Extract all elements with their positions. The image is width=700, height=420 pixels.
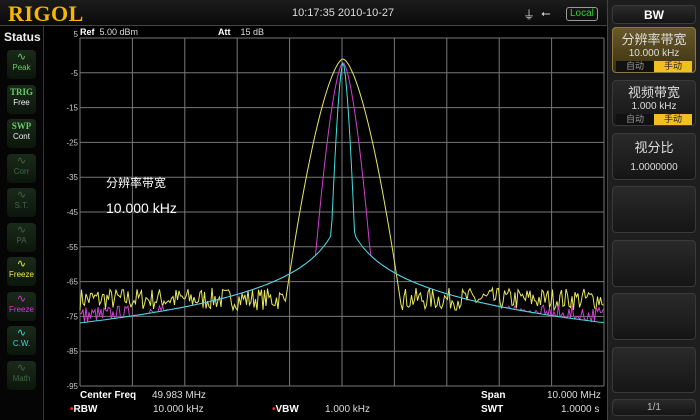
status-label-top: SWP (11, 121, 32, 131)
vbw-softkey[interactable]: 视频带宽 1.000 kHz 自动 手动 (612, 80, 696, 126)
overlay-value: 10.000 kHz (106, 200, 177, 216)
rigol-logo: RIGOL (8, 1, 84, 26)
status-button-freeze-7[interactable]: ∿ Freeze (7, 291, 36, 321)
rbw-value[interactable]: 10.000 kHz (153, 404, 204, 415)
status-label: Cont (13, 132, 30, 141)
swt-label: SWT (481, 404, 504, 415)
overlay-title: 分辨率带宽 (106, 176, 167, 190)
center-freq-value[interactable]: 49.983 MHz (152, 390, 206, 401)
vbw-label: •VBW (272, 404, 299, 415)
status-button-math-9[interactable]: ∿ Math (7, 360, 36, 390)
plug-icon: ⏚ (523, 8, 536, 22)
rbw-auto[interactable]: 自动 (616, 61, 654, 72)
spectrum-display (44, 26, 607, 420)
local-status: Local (566, 7, 598, 21)
status-label: Freeze (9, 270, 34, 279)
trace-wave-icon: ∿ (16, 189, 27, 201)
menu-title: BW (612, 5, 696, 24)
vbw-value[interactable]: 1.000 kHz (325, 404, 370, 415)
span-value[interactable]: 10.000 MHz (547, 390, 601, 401)
trace-wave-icon: ∿ (16, 361, 27, 374)
page-indicator[interactable]: 1/1 (612, 399, 696, 416)
status-label: Peak (12, 63, 31, 72)
status-label-top: TRIG (9, 86, 33, 97)
attenuation: Att 15 dB (218, 27, 265, 37)
status-button-st-4[interactable]: ∿ S.T. (7, 188, 36, 217)
trace-wave-icon: ∿ (16, 223, 27, 236)
vbw-manual[interactable]: 手动 (654, 114, 692, 125)
status-label: Freeze (9, 304, 34, 314)
vbw-rbw-ratio-softkey[interactable]: 视分比 1.0000000 (612, 133, 696, 180)
trace-wave-icon: ∿ (16, 51, 27, 63)
datetime: 10:17:35 2010-10-27 (292, 7, 395, 19)
span-label: Span (481, 390, 506, 401)
status-label: Math (12, 373, 31, 383)
rbw-manual[interactable]: 手动 (654, 61, 692, 72)
status-button-free-1[interactable]: TRIG Free (7, 84, 36, 114)
status-label: PA (16, 235, 27, 245)
center-freq-label: Center Freq (80, 390, 137, 401)
status-button-peak-0[interactable]: ∿ Peak (7, 50, 36, 79)
status-label: Corr (13, 166, 30, 176)
status-button-pa-5[interactable]: ∿ PA (7, 222, 36, 252)
rbw-softkey[interactable]: 分辨率带宽 10.000 kHz 自动 手动 (612, 27, 696, 73)
empty-softkey-3[interactable] (612, 293, 696, 340)
empty-softkey-1[interactable] (612, 186, 696, 233)
top-bar: RIGOL 10:17:35 2010-10-27 ⏚ ⭠ Local (0, 0, 607, 26)
status-button-freeze-6[interactable]: ∿ Freeze (7, 257, 36, 286)
trace-wave-icon: ∿ (16, 327, 27, 339)
status-title: Status (4, 30, 41, 44)
trace-wave-icon: ∿ (16, 154, 27, 167)
vbw-auto[interactable]: 自动 (616, 114, 654, 125)
status-button-cont-2[interactable]: SWP Cont (7, 119, 36, 148)
trace-wave-icon: ∿ (16, 258, 27, 270)
empty-softkey-4[interactable] (612, 347, 696, 393)
trace-wave-icon: ∿ (16, 292, 27, 305)
status-label: C.W. (12, 339, 31, 348)
swt-value[interactable]: 1.0000 s (561, 404, 599, 415)
rbw-label: •RBW (70, 404, 98, 415)
status-label: S.T. (14, 201, 29, 210)
status-button-corr-3[interactable]: ∿ Corr (7, 153, 36, 183)
ref-level: Ref 5.00 dBm (80, 27, 139, 37)
status-button-cw-8[interactable]: ∿ C.W. (7, 326, 36, 355)
status-label: Free (13, 97, 30, 107)
empty-softkey-2[interactable] (612, 240, 696, 287)
usb-icon: ⭠ (541, 6, 551, 20)
